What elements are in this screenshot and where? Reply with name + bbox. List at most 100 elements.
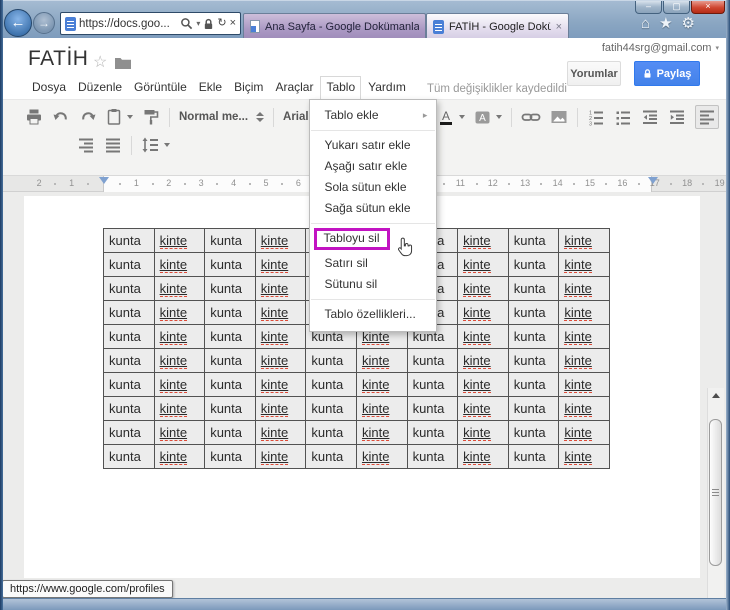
- menu-item-satırı-sil[interactable]: Satırı sil: [310, 253, 436, 274]
- menu-item-tablo-ekle[interactable]: Tablo ekle ▸: [310, 105, 436, 126]
- table-cell[interactable]: kinte: [254, 300, 307, 325]
- paste-button[interactable]: [106, 108, 133, 126]
- align-justify-button[interactable]: [104, 136, 122, 154]
- table-cell[interactable]: kinte: [254, 444, 307, 469]
- table-cell[interactable]: kunta: [305, 348, 357, 373]
- table-cell[interactable]: kinte: [153, 420, 206, 445]
- table-cell[interactable]: kinte: [558, 372, 610, 397]
- table-cell[interactable]: kunta: [103, 228, 155, 253]
- table-cell[interactable]: kunta: [507, 348, 560, 373]
- insert-link-button[interactable]: [521, 110, 541, 124]
- text-color-button[interactable]: A: [438, 108, 465, 126]
- align-right-button[interactable]: [77, 136, 95, 154]
- tab-close-icon[interactable]: ×: [556, 21, 562, 33]
- table-cell[interactable]: kinte: [254, 252, 307, 277]
- style-selector[interactable]: Normal me...: [179, 111, 265, 123]
- table-cell[interactable]: kinte: [457, 444, 509, 469]
- table-cell[interactable]: kunta: [103, 348, 155, 373]
- table-cell[interactable]: kinte: [153, 348, 206, 373]
- menubar-item-görüntüle[interactable]: Görüntüle: [129, 76, 192, 99]
- table-cell[interactable]: kunta: [305, 372, 357, 397]
- table-cell[interactable]: kunta: [507, 300, 560, 325]
- scroll-up-button[interactable]: [708, 388, 724, 403]
- close-button[interactable]: ×: [691, 1, 725, 14]
- table-cell[interactable]: kunta: [103, 420, 155, 445]
- menubar-item-araçlar[interactable]: Araçlar: [270, 76, 318, 99]
- paste-dropdown-icon[interactable]: [127, 115, 133, 119]
- address-bar[interactable]: https://docs.goo... ▾ ↻ ×: [60, 12, 241, 35]
- table-cell[interactable]: kinte: [457, 300, 509, 325]
- highlight-dropdown-icon[interactable]: [496, 115, 502, 119]
- table-cell[interactable]: kinte: [153, 372, 206, 397]
- table-cell[interactable]: kunta: [507, 444, 560, 469]
- table-cell[interactable]: kunta: [204, 372, 256, 397]
- right-indent-marker[interactable]: [648, 177, 658, 184]
- table-cell[interactable]: kinte: [153, 252, 206, 277]
- table-cell[interactable]: kunta: [204, 444, 256, 469]
- tab-ana-sayfa[interactable]: Ana Sayfa - Google Dokümanlar: [243, 13, 426, 39]
- table-cell[interactable]: kinte: [254, 372, 307, 397]
- search-dropdown-icon[interactable]: ▾: [196, 19, 200, 28]
- table-cell[interactable]: kinte: [254, 348, 307, 373]
- menubar-item-ekle[interactable]: Ekle: [194, 76, 227, 99]
- folder-icon[interactable]: [115, 57, 131, 69]
- table-cell[interactable]: kinte: [457, 420, 509, 445]
- table-cell[interactable]: kunta: [507, 396, 560, 421]
- table-cell[interactable]: kinte: [355, 420, 408, 445]
- account-email[interactable]: fatih44srg@gmail.com ▾: [602, 42, 719, 54]
- redo-button[interactable]: [79, 108, 97, 126]
- menu-item-sağa-sütun-ekle[interactable]: Sağa sütun ekle: [310, 198, 436, 219]
- table-cell[interactable]: kunta: [406, 396, 459, 421]
- table-cell[interactable]: kinte: [254, 276, 307, 301]
- search-icon[interactable]: [180, 17, 193, 30]
- menubar-item-biçim[interactable]: Biçim: [229, 76, 268, 99]
- bullet-list-button[interactable]: [614, 108, 632, 126]
- table-cell[interactable]: kunta: [204, 252, 256, 277]
- scrollbar-thumb[interactable]: [709, 419, 722, 566]
- table-cell[interactable]: kunta: [103, 396, 155, 421]
- highlight-color-button[interactable]: A: [474, 109, 502, 126]
- table-cell[interactable]: kunta: [406, 444, 459, 469]
- table-cell[interactable]: kinte: [457, 228, 509, 253]
- table-cell[interactable]: kinte: [558, 252, 610, 277]
- table-cell[interactable]: kinte: [558, 396, 610, 421]
- stop-icon[interactable]: ×: [230, 18, 236, 29]
- table-cell[interactable]: kunta: [204, 300, 256, 325]
- font-selector[interactable]: Arial: [283, 111, 309, 123]
- table-cell[interactable]: kinte: [558, 276, 610, 301]
- table-cell[interactable]: kinte: [558, 300, 610, 325]
- table-cell[interactable]: kinte: [457, 324, 509, 349]
- table-cell[interactable]: kinte: [153, 324, 206, 349]
- favorites-star-icon[interactable]: ★: [659, 15, 672, 33]
- table-cell[interactable]: kinte: [558, 444, 610, 469]
- settings-gear-icon[interactable]: ⚙: [682, 15, 695, 33]
- table-cell[interactable]: kinte: [558, 420, 610, 445]
- forward-button[interactable]: →: [33, 12, 55, 34]
- back-button[interactable]: ←: [4, 9, 32, 37]
- table-cell[interactable]: kunta: [305, 420, 357, 445]
- tab-fatih[interactable]: FATİH - Google Dokümanlar ×: [426, 13, 569, 39]
- table-cell[interactable]: kinte: [153, 228, 206, 253]
- line-spacing-dropdown-icon[interactable]: [164, 143, 170, 147]
- menubar-item-yardım[interactable]: Yardım: [363, 76, 411, 99]
- table-cell[interactable]: kinte: [153, 300, 206, 325]
- table-cell[interactable]: kinte: [558, 324, 610, 349]
- undo-button[interactable]: [52, 108, 70, 126]
- table-cell[interactable]: kunta: [305, 444, 357, 469]
- table-cell[interactable]: kunta: [103, 252, 155, 277]
- home-icon[interactable]: ⌂: [641, 15, 650, 33]
- numbered-list-button[interactable]: 1 2 3: [587, 108, 605, 126]
- table-cell[interactable]: kinte: [558, 348, 610, 373]
- table-cell[interactable]: kinte: [254, 420, 307, 445]
- text-color-dropdown-icon[interactable]: [459, 115, 465, 119]
- table-cell[interactable]: kunta: [204, 348, 256, 373]
- table-cell[interactable]: kinte: [153, 444, 206, 469]
- document-title[interactable]: FATİH: [28, 47, 88, 71]
- table-cell[interactable]: kinte: [153, 396, 206, 421]
- table-cell[interactable]: kinte: [355, 444, 408, 469]
- insert-image-button[interactable]: [550, 109, 568, 125]
- table-cell[interactable]: kunta: [103, 444, 155, 469]
- line-spacing-button[interactable]: [141, 136, 170, 154]
- table-cell[interactable]: kunta: [507, 420, 560, 445]
- table-cell[interactable]: kunta: [406, 348, 459, 373]
